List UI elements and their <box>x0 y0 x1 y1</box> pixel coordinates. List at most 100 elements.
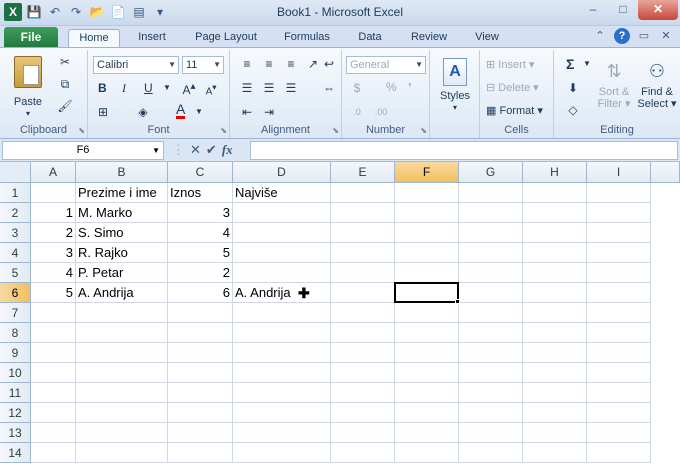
row-header-6[interactable]: 6 <box>0 283 31 303</box>
cell-a11[interactable] <box>31 383 76 403</box>
cell-i5[interactable] <box>587 263 651 283</box>
comma-button[interactable]: ’ <box>408 80 412 95</box>
cell-a12[interactable] <box>31 403 76 423</box>
align-middle-icon[interactable]: ≡ <box>260 56 278 72</box>
cell-a3[interactable]: 2 <box>31 223 76 243</box>
cell-c5[interactable]: 2 <box>168 263 233 283</box>
cell-f4[interactable] <box>395 243 459 263</box>
tab-home[interactable]: Home <box>68 29 120 48</box>
cell-d4[interactable] <box>233 243 331 263</box>
cell-i10[interactable] <box>587 363 651 383</box>
decrease-decimal-icon[interactable]: .00 <box>372 104 390 120</box>
cell-h9[interactable] <box>523 343 587 363</box>
italic-button[interactable]: I <box>122 81 126 96</box>
cell-i4[interactable] <box>587 243 651 263</box>
cell-h3[interactable] <box>523 223 587 243</box>
font-launcher-icon[interactable]: ⬊ <box>220 126 227 135</box>
cell-c10[interactable] <box>168 363 233 383</box>
align-top-icon[interactable]: ≡ <box>238 56 256 72</box>
cell-c14[interactable] <box>168 443 233 463</box>
cell-c7[interactable] <box>168 303 233 323</box>
tab-formulas[interactable]: Formulas <box>276 29 338 48</box>
cell-h10[interactable] <box>523 363 587 383</box>
cut-icon[interactable]: ✂ <box>56 54 74 70</box>
cell-h14[interactable] <box>523 443 587 463</box>
chevron-down-icon[interactable]: ▼ <box>158 80 176 96</box>
grow-font-icon[interactable]: A▴ <box>180 79 198 97</box>
cell-g12[interactable] <box>459 403 523 423</box>
font-size-select[interactable]: 11 ▼ <box>182 56 224 74</box>
cell-g14[interactable] <box>459 443 523 463</box>
cell-b14[interactable] <box>76 443 168 463</box>
cell-b2[interactable]: M. Marko <box>76 203 168 223</box>
cell-f11[interactable] <box>395 383 459 403</box>
cell-g2[interactable] <box>459 203 523 223</box>
cell-c3[interactable]: 4 <box>168 223 233 243</box>
cell-e9[interactable] <box>331 343 395 363</box>
cell-a1[interactable] <box>31 183 76 203</box>
cell-a14[interactable] <box>31 443 76 463</box>
cell-b3[interactable]: S. Simo <box>76 223 168 243</box>
cell-g1[interactable] <box>459 183 523 203</box>
borders-icon[interactable]: ⊞ <box>94 104 112 120</box>
copy-icon[interactable]: ⧉ <box>56 76 74 92</box>
find-select-button[interactable]: ⚇ Find & Select ▾ <box>636 56 678 110</box>
cell-g13[interactable] <box>459 423 523 443</box>
cell-b8[interactable] <box>76 323 168 343</box>
delete-cells-button[interactable]: ⊟ Delete ▾ <box>486 81 539 94</box>
cell-i2[interactable] <box>587 203 651 223</box>
row-header-1[interactable]: 1 <box>0 183 31 203</box>
restore-window-icon[interactable]: ▭ <box>636 28 652 44</box>
cell-f8[interactable] <box>395 323 459 343</box>
row-header-2[interactable]: 2 <box>0 203 31 223</box>
cell-f2[interactable] <box>395 203 459 223</box>
row-header-10[interactable]: 10 <box>0 363 31 383</box>
cell-a7[interactable] <box>31 303 76 323</box>
cell-d11[interactable] <box>233 383 331 403</box>
row-header-7[interactable]: 7 <box>0 303 31 323</box>
cell-e3[interactable] <box>331 223 395 243</box>
cell-f3[interactable] <box>395 223 459 243</box>
align-right-icon[interactable]: ☰ <box>282 80 300 96</box>
cell-f10[interactable] <box>395 363 459 383</box>
maximize-button[interactable]: □ <box>608 0 638 20</box>
underline-button[interactable]: U <box>144 81 153 95</box>
tab-data[interactable]: Data <box>348 29 392 48</box>
cell-c9[interactable] <box>168 343 233 363</box>
select-all-corner[interactable] <box>0 162 31 183</box>
column-header-h[interactable]: H <box>523 162 587 183</box>
cell-c8[interactable] <box>168 323 233 343</box>
cell-e13[interactable] <box>331 423 395 443</box>
fill-handle[interactable] <box>455 299 460 304</box>
cell-g11[interactable] <box>459 383 523 403</box>
column-header-e[interactable]: E <box>331 162 395 183</box>
cell-e2[interactable] <box>331 203 395 223</box>
cell-d13[interactable] <box>233 423 331 443</box>
cell-a5[interactable]: 4 <box>31 263 76 283</box>
worksheet-grid[interactable]: A B C D E F G H I 1 Prezime i ime Iznos Najviše 2 1 M. … <box>0 162 680 468</box>
tab-file[interactable]: File <box>4 27 58 48</box>
cell-g4[interactable] <box>459 243 523 263</box>
cell-d7[interactable] <box>233 303 331 323</box>
styles-button[interactable]: A Styles ▾ <box>435 58 475 114</box>
cell-e14[interactable] <box>331 443 395 463</box>
cell-f5[interactable] <box>395 263 459 283</box>
cell-a13[interactable] <box>31 423 76 443</box>
cell-a6[interactable]: 5 <box>31 283 76 303</box>
font-name-select[interactable]: Calibri ▼ <box>93 56 179 74</box>
cell-b13[interactable] <box>76 423 168 443</box>
cell-h8[interactable] <box>523 323 587 343</box>
bold-button[interactable]: B <box>98 81 107 95</box>
cell-h12[interactable] <box>523 403 587 423</box>
cell-b9[interactable] <box>76 343 168 363</box>
cell-a9[interactable] <box>31 343 76 363</box>
cell-h1[interactable] <box>523 183 587 203</box>
help-icon[interactable]: ? <box>614 28 630 44</box>
cancel-icon[interactable]: ✕ <box>190 142 201 158</box>
cell-a4[interactable]: 3 <box>31 243 76 263</box>
cell-i14[interactable] <box>587 443 651 463</box>
cell-g3[interactable] <box>459 223 523 243</box>
cell-g9[interactable] <box>459 343 523 363</box>
cell-g8[interactable] <box>459 323 523 343</box>
column-header-f[interactable]: F <box>395 162 459 183</box>
